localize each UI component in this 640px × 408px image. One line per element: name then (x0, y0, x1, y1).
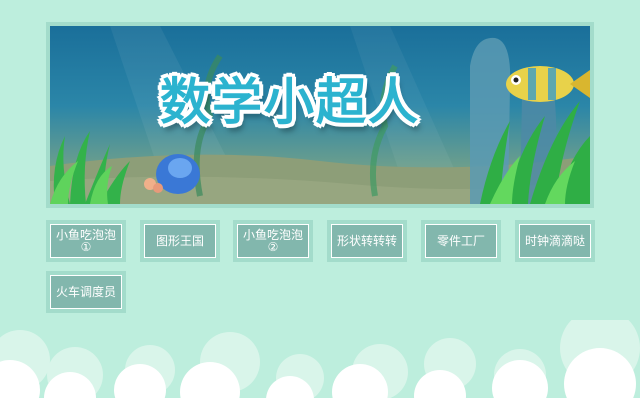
game-button-shape-kingdom[interactable]: 图形王国 (140, 220, 220, 262)
game-button-label: 零件工厂 (436, 234, 485, 248)
game-button-fish-bubbles-1[interactable]: 小鱼吃泡泡 ① (46, 220, 126, 262)
game-button-label: 图形王国 (155, 234, 204, 248)
banner-title: 数学小超人 (160, 73, 420, 131)
game-button-train-dispatcher[interactable]: 火车调度员 (46, 271, 126, 313)
game-button-label: 火车调度员 (55, 285, 116, 299)
game-button-sub-label: ② (267, 240, 279, 254)
banner-image: 数学小超人 (50, 26, 590, 204)
game-button-fish-bubbles-2[interactable]: 小鱼吃泡泡 ② (233, 220, 313, 262)
game-button-sub-label: ① (80, 240, 92, 254)
banner-frame: 数学小超人 (46, 22, 594, 208)
game-button-clock-tick[interactable]: 时钟滴滴哒 (515, 220, 595, 262)
game-button-label: 时钟滴滴哒 (524, 234, 585, 248)
clouds-decoration (0, 320, 640, 408)
game-button-parts-factory[interactable]: 零件工厂 (421, 220, 501, 262)
game-button-label: 形状转转转 (336, 234, 397, 248)
game-button-shape-spin[interactable]: 形状转转转 (327, 220, 407, 262)
